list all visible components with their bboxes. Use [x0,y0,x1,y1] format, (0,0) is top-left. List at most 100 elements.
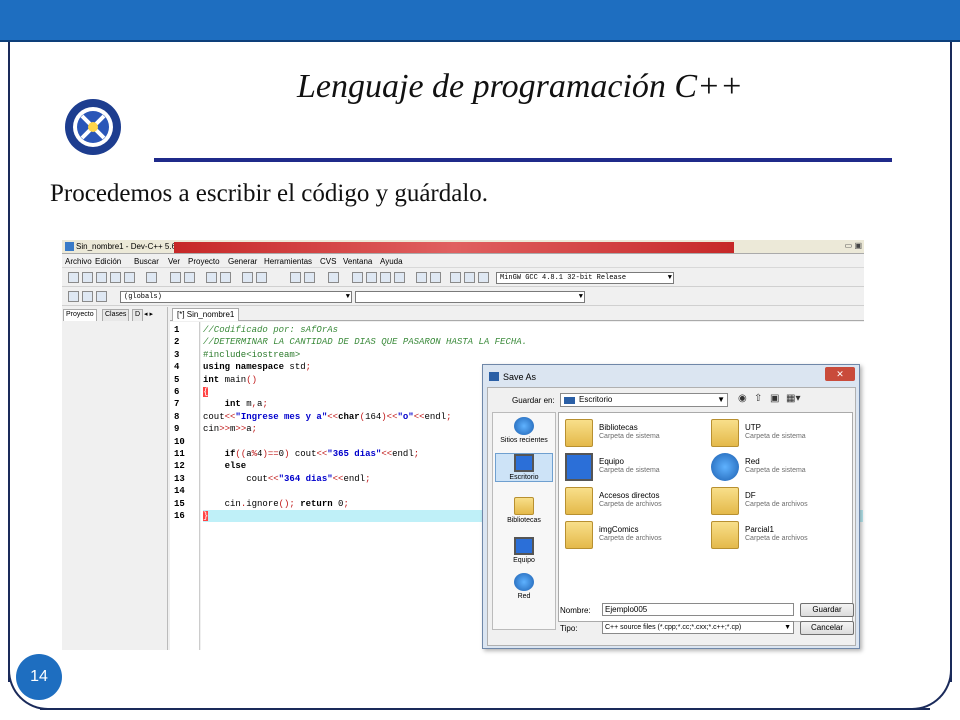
symbol-select[interactable]: ▼ [355,291,585,303]
open-icon[interactable] [82,272,93,283]
scope-select[interactable]: (globals) ▼ [120,291,352,303]
place-label: Escritorio [509,474,539,481]
compile-icon[interactable] [352,272,363,283]
save-all-icon[interactable] [110,272,121,283]
file-item-red[interactable]: Red Carpeta de sistema [711,453,851,483]
file-item-utp[interactable]: UTP Carpeta de sistema [711,419,851,449]
undo-icon[interactable] [170,272,181,283]
folder-icon [711,521,739,549]
line-number: 3 [174,349,180,360]
up-folder-icon[interactable]: ⇧ [754,393,762,404]
delete-profile-icon[interactable] [478,272,489,283]
place-label: Sitios recientes [500,437,548,444]
run-icon[interactable] [366,272,377,283]
tab-proyecto[interactable]: Proyecto [63,309,97,321]
tab-clases[interactable]: Clases [102,309,130,321]
close-button[interactable]: ✕ [825,367,855,381]
slide-subtitle: Procedemos a escribir el código y guárda… [50,180,489,207]
compiler-select[interactable]: MinGW GCC 4.8.1 32-bit Release ▼ [496,272,674,284]
indent-icon[interactable] [290,272,301,283]
menu-edicion[interactable]: Edición [95,257,121,266]
menu-cvs[interactable]: CVS [320,257,336,266]
profile-icon[interactable] [464,272,475,283]
editor-tab-sin-nombre1[interactable]: [*] Sin_nombre1 [172,308,240,321]
unindent-icon[interactable] [304,272,315,283]
devcpp-icon [65,242,74,251]
file-name-label: Nombre: [560,606,591,615]
close-file-icon[interactable] [124,272,135,283]
debug-icon[interactable] [430,272,441,283]
file-type-select[interactable]: C++ source files (*.cpp;*.cc;*.cxx;*.c++… [602,621,794,634]
print-icon[interactable] [146,272,157,283]
place-red[interactable]: Red [495,573,553,600]
line-number: 16 [174,511,185,521]
save-in-select[interactable]: Escritorio ▼ [560,393,728,407]
compile-run-icon[interactable] [380,272,391,283]
file-item-desc: Carpeta de archivos [745,501,808,508]
folder-icon [565,487,593,515]
dialog-body: Guardar en: Escritorio ▼ ◉ ⇧ ▣ ▦▾ Sitios… [487,387,856,646]
new-file-icon[interactable] [68,272,79,283]
toggle-comment-icon[interactable] [328,272,339,283]
file-item-desc: Carpeta de sistema [745,433,806,440]
menu-archivo[interactable]: Archivo [65,257,92,266]
replace-icon[interactable] [220,272,231,283]
line-number: 13 [174,473,185,484]
libraries-icon [565,419,593,447]
find-icon[interactable] [206,272,217,283]
tab-scroll-arrows[interactable]: ◂ ▸ [144,310,153,318]
add-file-icon[interactable] [82,291,93,302]
menu-generar[interactable]: Generar [228,257,257,266]
file-type-label: Tipo: [560,624,578,633]
chevron-down-icon: ▼ [717,395,725,404]
menu-herramientas[interactable]: Herramientas [264,257,312,266]
menu-ayuda[interactable]: Ayuda [380,257,403,266]
check-syntax-icon[interactable] [416,272,427,283]
menu-proyecto[interactable]: Proyecto [188,257,220,266]
place-equipo[interactable]: Equipo [495,537,553,564]
menu-ver[interactable]: Ver [168,257,180,266]
file-item-imgcomics[interactable]: imgComics Carpeta de archivos [565,521,705,551]
save-as-dialog: Save As ✕ Guardar en: Escritorio ▼ ◉ ⇧ ▣… [482,364,860,649]
file-item-name: UTP [745,423,761,432]
file-item-parcial1[interactable]: Parcial1 Carpeta de archivos [711,521,851,551]
goto-line-icon[interactable] [242,272,253,283]
new-folder-icon[interactable]: ▣ [770,393,779,404]
chevron-down-icon: ▼ [578,293,583,301]
save-button[interactable]: Guardar [800,603,854,617]
window-controls[interactable]: ▭ ▣ [845,241,862,250]
menu-buscar[interactable]: Buscar [134,257,159,266]
line-number: 15 [174,498,185,509]
chevron-down-icon: ▼ [784,624,791,631]
slide-frame-right [950,42,952,682]
remove-file-icon[interactable] [96,291,107,302]
file-item-accesos-directos[interactable]: Accesos directos Carpeta de archivos [565,487,705,517]
back-icon[interactable]: ◉ [738,393,747,404]
new-class-icon[interactable] [68,291,79,302]
stop-icon[interactable] [450,272,461,283]
view-menu-icon[interactable]: ▦▾ [786,393,800,404]
file-item-desc: Carpeta de sistema [745,467,806,474]
file-item-df[interactable]: DF Carpeta de archivos [711,487,851,517]
place-sitios-recientes[interactable]: Sitios recientes [495,417,553,444]
file-name-input[interactable]: Ejemplo005 [602,603,794,616]
cancel-button[interactable]: Cancelar [800,621,854,635]
menu-ventana[interactable]: Ventana [343,257,372,266]
place-escritorio[interactable]: Escritorio [495,453,553,482]
place-bibliotecas[interactable]: Bibliotecas [495,497,553,524]
file-item-desc: Carpeta de sistema [599,433,660,440]
file-item-desc: Carpeta de archivos [745,535,808,542]
line-number: 7 [174,399,180,410]
network-icon [711,453,739,481]
rebuild-icon[interactable] [394,272,405,283]
tab-debug[interactable]: D [132,309,144,321]
redo-icon[interactable] [184,272,195,283]
place-label: Equipo [513,557,535,564]
save-icon[interactable] [96,272,107,283]
file-item-bibliotecas[interactable]: Bibliotecas Carpeta de sistema [565,419,705,449]
slide-frame-corner [902,660,952,710]
bookmark-icon[interactable] [256,272,267,283]
file-item-name: Parcial1 [745,525,774,534]
file-item-equipo[interactable]: Equipo Carpeta de sistema [565,453,705,483]
secondary-toolbar: (globals) ▼ ▼ [62,288,864,306]
